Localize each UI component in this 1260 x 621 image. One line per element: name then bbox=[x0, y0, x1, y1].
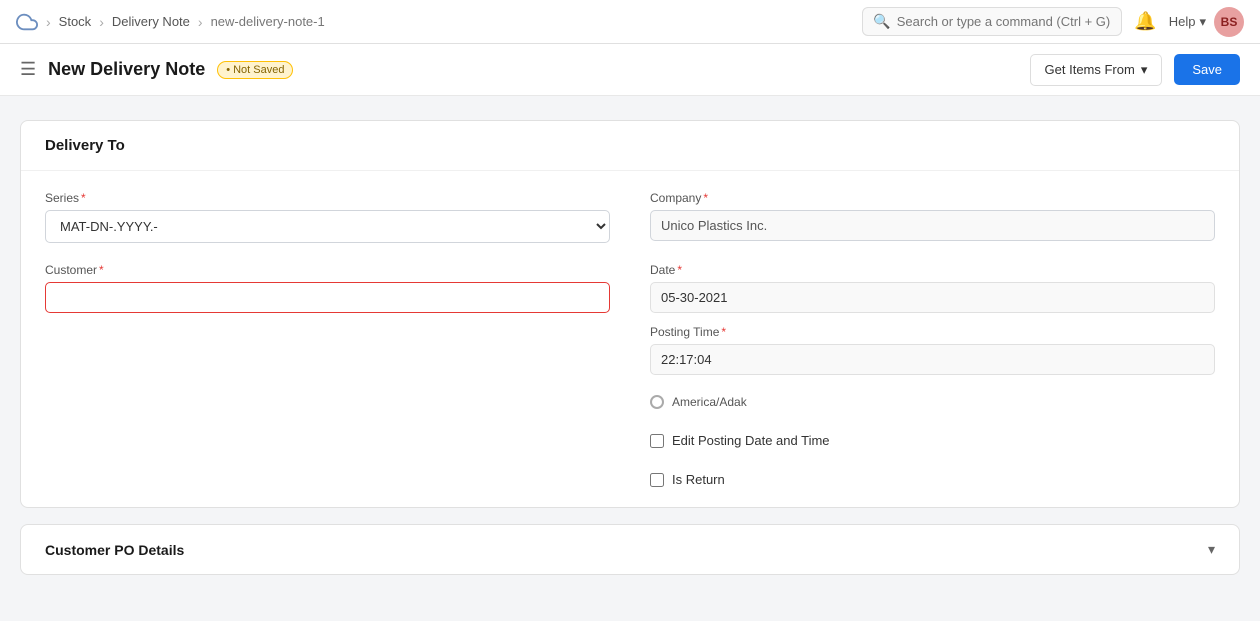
posting-time-group: Posting Time* 22:17:04 bbox=[650, 325, 1215, 375]
search-icon: 🔍 bbox=[873, 13, 890, 30]
delivery-to-header: Delivery To bbox=[21, 121, 1239, 171]
breadcrumb-sep-1: › bbox=[46, 14, 51, 30]
is-return-checkbox[interactable] bbox=[650, 473, 664, 487]
get-items-button[interactable]: Get Items From ▾ bbox=[1030, 54, 1163, 86]
company-input[interactable] bbox=[650, 210, 1215, 241]
delivery-to-body: Series* MAT-DN-.YYYY.- Company* bbox=[21, 171, 1239, 507]
timezone-radio[interactable] bbox=[650, 395, 664, 409]
avatar[interactable]: BS bbox=[1214, 7, 1244, 37]
breadcrumb-sep-3: › bbox=[198, 14, 203, 30]
app-logo[interactable] bbox=[16, 11, 38, 33]
customer-po-chevron-icon: ▾ bbox=[1208, 541, 1215, 558]
breadcrumb-current: new-delivery-note-1 bbox=[211, 14, 325, 29]
company-required: * bbox=[703, 191, 708, 205]
company-group: Company* bbox=[650, 191, 1215, 243]
sidebar-toggle-icon[interactable]: ☰ bbox=[20, 59, 36, 80]
status-badge: • Not Saved bbox=[217, 61, 293, 79]
customer-po-header[interactable]: Customer PO Details ▾ bbox=[21, 525, 1239, 574]
is-return-label: Is Return bbox=[672, 472, 725, 487]
date-required: * bbox=[677, 263, 682, 277]
edit-posting-label: Edit Posting Date and Time bbox=[672, 433, 830, 448]
series-group: Series* MAT-DN-.YYYY.- bbox=[45, 191, 610, 243]
delivery-to-title: Delivery To bbox=[45, 137, 1215, 154]
help-chevron-icon: ▾ bbox=[1199, 14, 1206, 30]
series-required: * bbox=[81, 191, 86, 205]
series-label: Series* bbox=[45, 191, 610, 205]
main-content: Delivery To Series* MAT-DN-.YYYY.- Compa… bbox=[0, 96, 1260, 615]
customer-label: Customer* bbox=[45, 263, 610, 277]
edit-posting-row: Edit Posting Date and Time bbox=[650, 433, 1215, 448]
date-value[interactable]: 05-30-2021 bbox=[650, 282, 1215, 313]
save-button[interactable]: Save bbox=[1174, 54, 1240, 85]
posting-time-label: Posting Time* bbox=[650, 325, 1215, 339]
date-group: Date* 05-30-2021 bbox=[650, 263, 1215, 313]
series-select[interactable]: MAT-DN-.YYYY.- bbox=[45, 210, 610, 243]
timezone-row: America/Adak bbox=[650, 395, 1215, 409]
get-items-chevron-icon: ▾ bbox=[1141, 62, 1148, 78]
customer-po-card: Customer PO Details ▾ bbox=[20, 524, 1240, 575]
form-grid: Series* MAT-DN-.YYYY.- Company* bbox=[45, 191, 1215, 487]
notification-bell-icon[interactable]: 🔔 bbox=[1130, 7, 1160, 36]
posting-time-value[interactable]: 22:17:04 bbox=[650, 344, 1215, 375]
timezone-label: America/Adak bbox=[672, 395, 747, 409]
customer-required: * bbox=[99, 263, 104, 277]
search-input[interactable] bbox=[897, 14, 1112, 29]
company-label: Company* bbox=[650, 191, 1215, 205]
top-nav: › Stock › Delivery Note › new-delivery-n… bbox=[0, 0, 1260, 44]
help-label: Help bbox=[1169, 14, 1196, 29]
edit-posting-checkbox[interactable] bbox=[650, 434, 664, 448]
date-label: Date* bbox=[650, 263, 1215, 277]
page-title: New Delivery Note bbox=[48, 59, 205, 80]
page-header: ☰ New Delivery Note • Not Saved Get Item… bbox=[0, 44, 1260, 96]
delivery-to-card: Delivery To Series* MAT-DN-.YYYY.- Compa… bbox=[20, 120, 1240, 508]
search-bar[interactable]: 🔍 bbox=[862, 7, 1122, 36]
customer-po-title: Customer PO Details bbox=[45, 542, 184, 558]
breadcrumb-delivery-note[interactable]: Delivery Note bbox=[112, 14, 190, 29]
right-column: Date* 05-30-2021 Posting Time* 22:17:04 … bbox=[650, 263, 1215, 487]
posting-time-required: * bbox=[721, 325, 726, 339]
get-items-label: Get Items From bbox=[1045, 62, 1135, 77]
customer-group: Customer* bbox=[45, 263, 610, 487]
is-return-row: Is Return bbox=[650, 472, 1215, 487]
customer-input[interactable] bbox=[45, 282, 610, 313]
breadcrumb-sep-2: › bbox=[99, 14, 104, 30]
help-menu[interactable]: Help ▾ bbox=[1169, 14, 1206, 30]
breadcrumb-stock[interactable]: Stock bbox=[59, 14, 92, 29]
